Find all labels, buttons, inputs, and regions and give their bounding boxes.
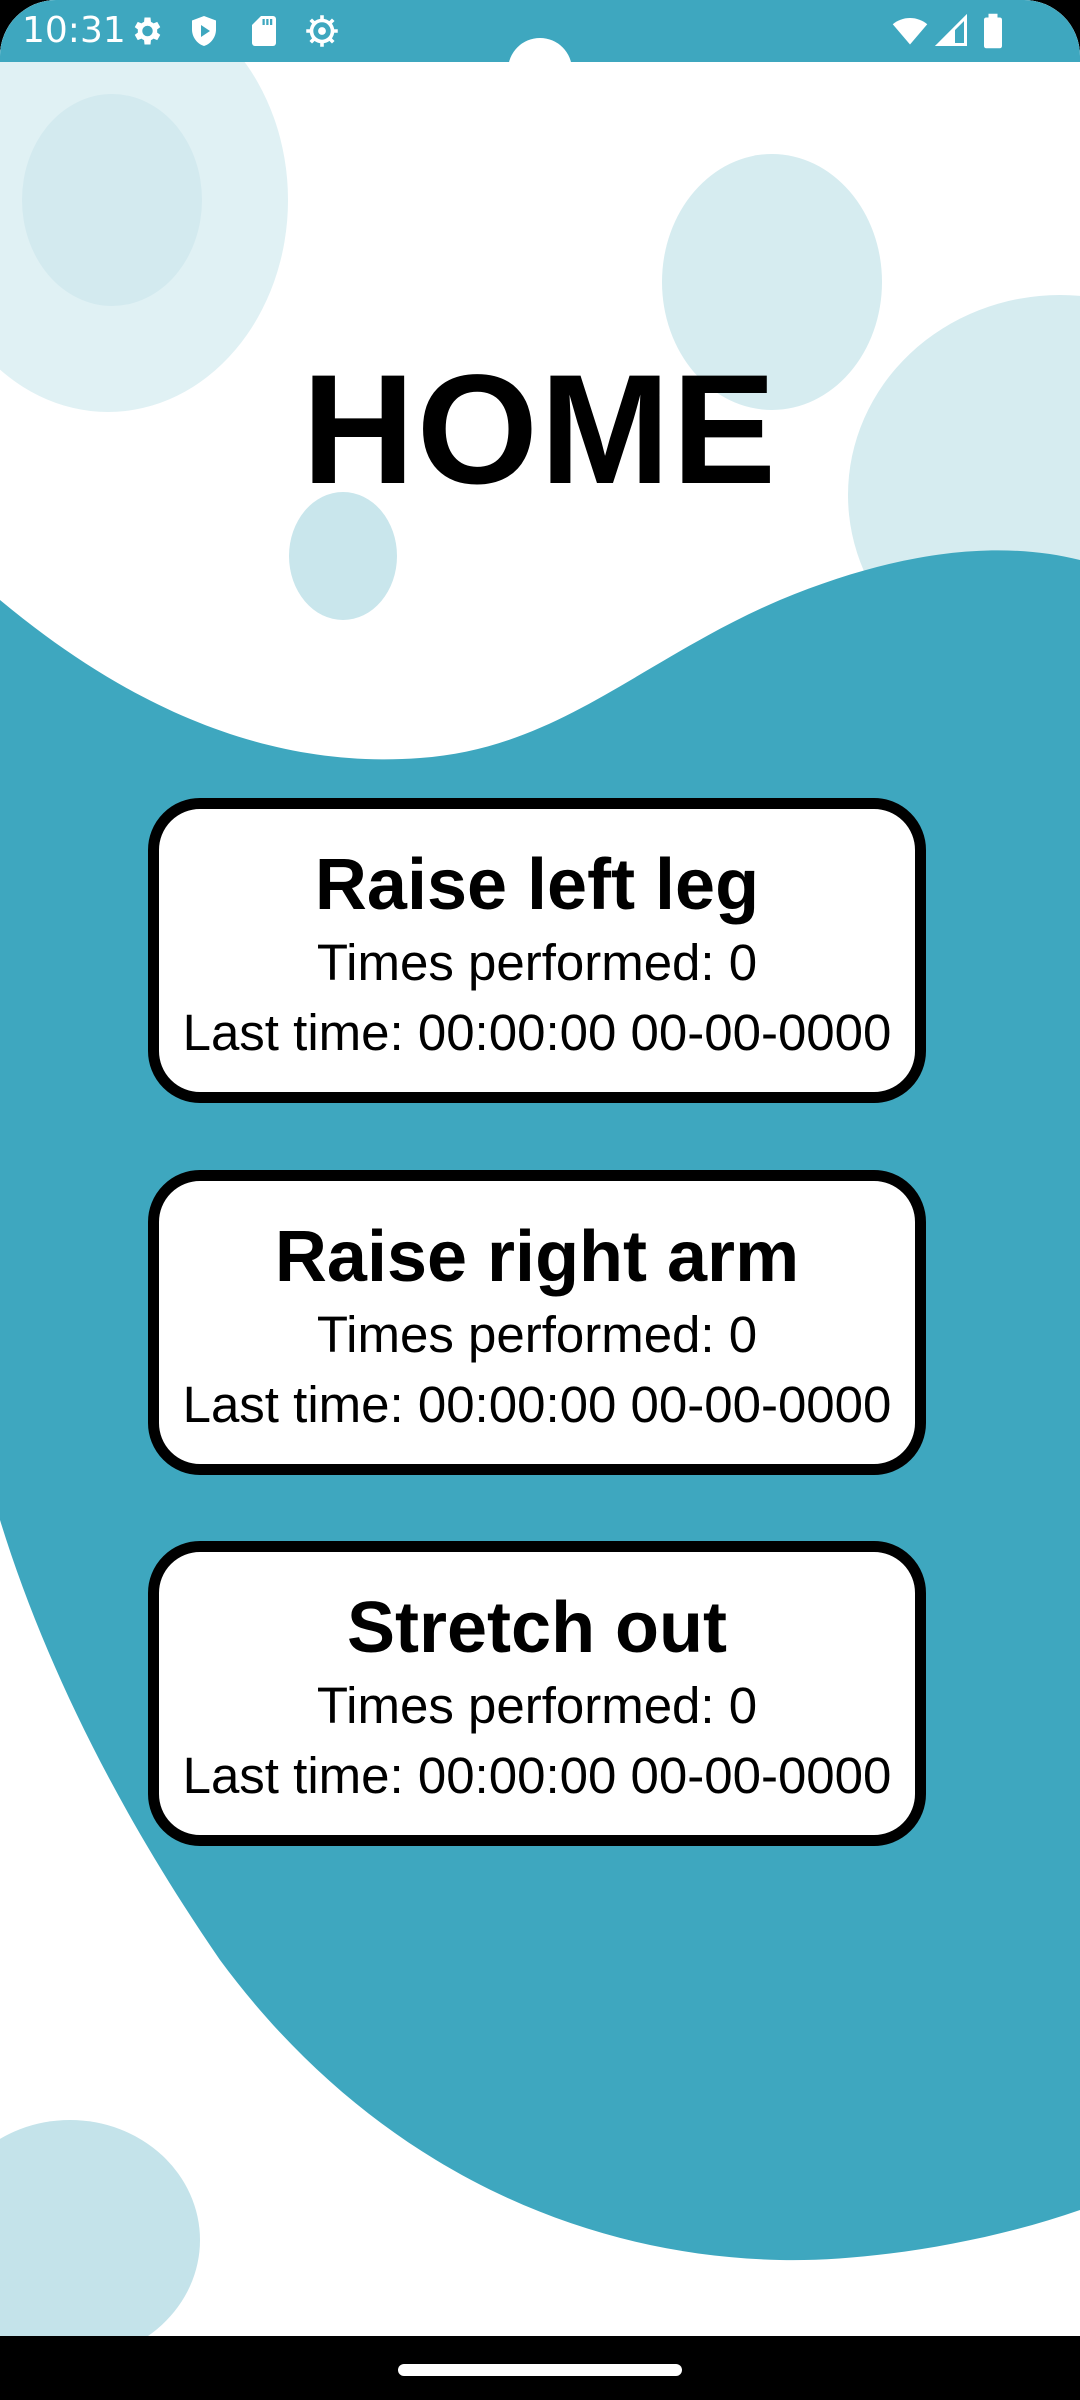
- home-gesture-handle[interactable]: [398, 2364, 682, 2376]
- wifi-icon: [892, 17, 928, 45]
- exercise-card-raise-left-leg[interactable]: Raise left leg Times performed: 0 Last t…: [148, 798, 926, 1103]
- status-time: 10:31: [22, 10, 126, 51]
- exercise-card-stretch-out[interactable]: Stretch out Times performed: 0 Last time…: [148, 1541, 926, 1846]
- exercise-name: Raise right arm: [274, 1217, 800, 1297]
- page-title: HOME: [302, 343, 778, 517]
- app-screen: 10:31 HOME Raise left leg Times performe…: [0, 0, 1080, 2400]
- exercise-last-time: Last time: 00:00:00 00-00-0000: [182, 1747, 892, 1804]
- exercise-times-performed: Times performed: 0: [316, 934, 758, 991]
- bubble-top-left-inner: [22, 94, 202, 306]
- shield-play-icon: [192, 16, 216, 46]
- exercise-card-raise-right-arm[interactable]: Raise right arm Times performed: 0 Last …: [148, 1170, 926, 1475]
- exercise-times-performed: Times performed: 0: [316, 1677, 758, 1734]
- cell-signal-icon: [934, 13, 967, 46]
- settings-gear-icon: [134, 17, 161, 45]
- battery-icon: [984, 13, 1002, 49]
- exercise-last-time: Last time: 00:00:00 00-00-0000: [182, 1376, 892, 1433]
- camera-cutout: [508, 38, 572, 102]
- exercise-name: Stretch out: [346, 1588, 727, 1668]
- exercise-last-time: Last time: 00:00:00 00-00-0000: [182, 1004, 892, 1061]
- exercise-times-performed: Times performed: 0: [316, 1306, 758, 1363]
- debug-gear-icon: [306, 15, 338, 47]
- exercise-name: Raise left leg: [314, 845, 760, 925]
- navigation-bar: [0, 2336, 1080, 2400]
- sd-card-icon: [252, 16, 276, 46]
